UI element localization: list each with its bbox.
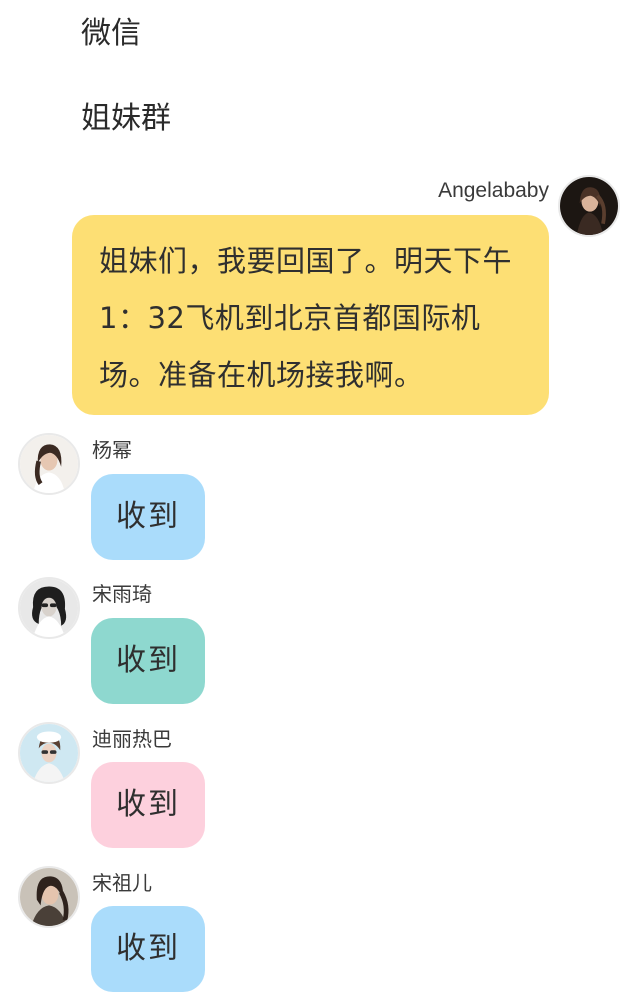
message-bubble[interactable]: 收到 [91, 906, 205, 992]
avatar-songyuqi-icon [20, 579, 78, 637]
message-bubble[interactable]: 收到 [91, 474, 205, 560]
avatar-yangmi-icon [20, 435, 78, 493]
sender-name: Angelababy [438, 179, 549, 202]
sender-name: 宋祖儿 [92, 871, 152, 895]
avatar[interactable] [18, 722, 80, 784]
message-bubble[interactable]: 姐妹们，我要回国了。明天下午1：32飞机到北京首都国际机场。准备在机场接我啊。 [72, 215, 549, 415]
sender-name: 杨幂 [92, 438, 132, 462]
avatar[interactable] [18, 866, 80, 928]
sender-name: 宋雨琦 [92, 582, 152, 606]
avatar[interactable] [18, 577, 80, 639]
message-bubble[interactable]: 收到 [91, 762, 205, 848]
avatar[interactable] [558, 175, 620, 237]
avatar[interactable] [18, 433, 80, 495]
avatar-songzuer-icon [20, 868, 78, 926]
message-bubble[interactable]: 收到 [91, 618, 205, 704]
avatar-angelababy-icon [560, 177, 618, 235]
app-title: 微信 [81, 16, 141, 51]
sender-name: 迪丽热巴 [92, 727, 172, 751]
group-title: 姐妹群 [81, 101, 171, 136]
avatar-dilireba-icon [20, 724, 78, 782]
